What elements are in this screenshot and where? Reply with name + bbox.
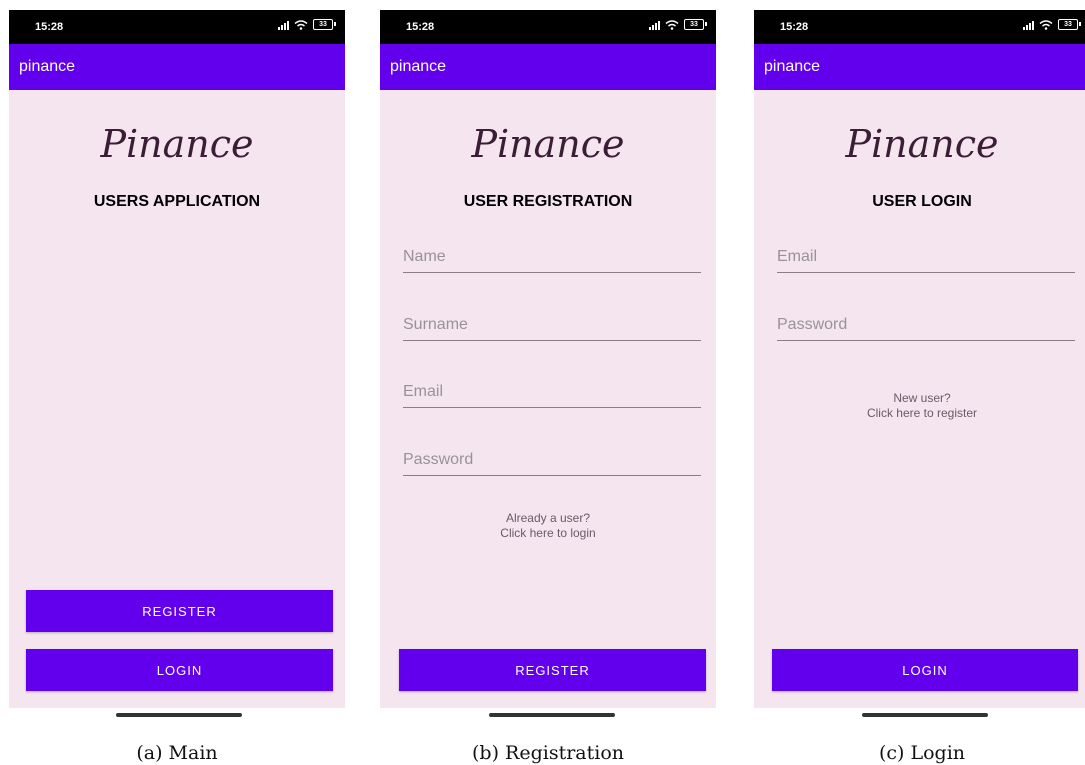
login-link[interactable]: Already a user? Click here to login [380,511,716,541]
register-link[interactable]: New user? Click here to register [754,391,1085,421]
status-time: 15:28 [780,21,809,33]
figure-caption: (a) Main [136,742,218,764]
register-button[interactable]: REGISTER [399,649,706,691]
signal-icon [278,20,289,30]
register-link-line2: Click here to register [866,406,978,420]
app-title: pinance [19,58,76,75]
figure-caption: (b) Registration [472,742,624,764]
login-link-line1: Already a user? [505,511,591,525]
home-indicator[interactable] [862,713,988,717]
app-logo: Pinance [845,122,999,166]
status-bar: 15:28 33 [9,10,345,44]
page-title: USERS APPLICATION [93,193,261,210]
email-input[interactable] [403,383,701,401]
status-bar: 15:28 33 [754,10,1085,44]
password-field [403,447,701,476]
surname-field [403,312,701,341]
app-logo: Pinance [471,122,625,166]
wifi-icon [665,19,679,30]
status-bar: 15:28 33 [380,10,716,44]
signal-icon [649,20,660,30]
status-time: 15:28 [35,21,64,33]
register-link-line1: New user? [893,391,951,405]
app-bar: pinance [754,44,1085,90]
app-bar: pinance [380,44,716,90]
name-field [403,244,701,273]
app-logo: Pinance [100,122,254,166]
figure-caption: (c) Login [878,742,966,764]
wifi-icon [294,19,308,30]
status-time: 15:28 [406,21,435,33]
app-bar: pinance [9,44,345,90]
password-input[interactable] [777,316,1075,334]
email-field [777,244,1075,273]
login-button[interactable]: LOGIN [26,649,333,691]
main-screen: 15:28 33 pinance Pinance USERS APPLICATI… [9,10,345,708]
email-input[interactable] [777,248,1075,266]
page-title: USER REGISTRATION [463,193,633,210]
email-field [403,379,701,408]
status-icons: 33 [278,19,336,30]
status-icons: 33 [1023,19,1081,30]
login-screen-phone: 15:28 33 pinance Pinance USER LOGIN New … [754,10,1085,764]
surname-input[interactable] [403,316,701,334]
register-button[interactable]: REGISTER [26,590,333,632]
app-title: pinance [390,58,447,75]
signal-icon [1023,20,1034,30]
login-button[interactable]: LOGIN [772,649,1078,691]
battery-icon: 33 [684,19,707,30]
login-link-line2: Click here to login [500,526,596,540]
login-screen: 15:28 33 pinance Pinance USER LOGIN New … [754,10,1085,708]
battery-icon: 33 [313,19,336,30]
home-indicator[interactable] [489,713,615,717]
page-title: USER LOGIN [872,193,972,210]
registration-screen: 15:28 33 pinance Pinance USER REGISTRATI… [380,10,716,708]
status-icons: 33 [649,19,707,30]
password-field [777,312,1075,341]
name-input[interactable] [403,248,701,266]
registration-screen-phone: 15:28 33 pinance Pinance USER REGISTRATI… [380,10,716,764]
home-indicator[interactable] [116,713,242,717]
app-title: pinance [764,58,821,75]
battery-icon: 33 [1058,19,1081,30]
wifi-icon [1039,19,1053,30]
password-input[interactable] [403,451,701,469]
main-screen-phone: 15:28 33 pinance Pinance USERS APPLICATI… [9,10,345,764]
